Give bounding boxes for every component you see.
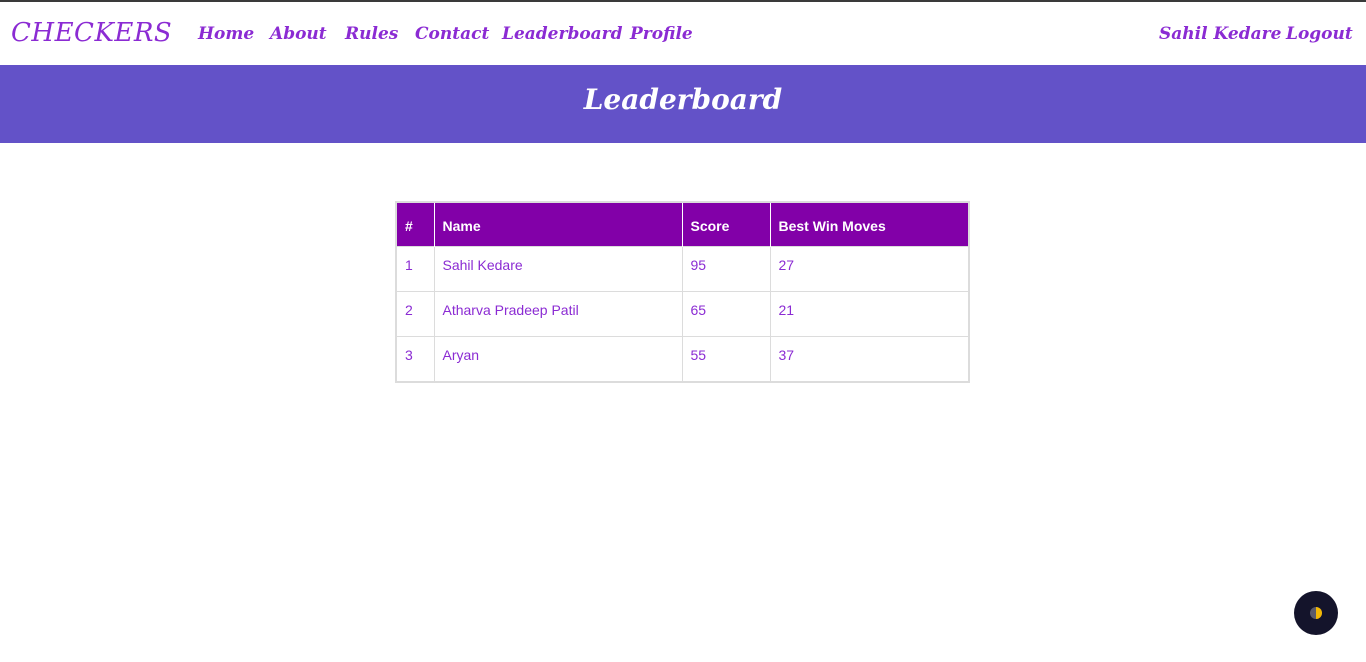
theme-toggle-button[interactable] [1294, 591, 1338, 635]
score-cell: 55 [682, 335, 771, 381]
score-cell: 65 [682, 290, 771, 336]
column-header-name: Name [434, 203, 683, 246]
page-banner: Leaderboard [0, 65, 1366, 143]
rank-cell: 2 [397, 290, 435, 336]
nav-link-profile[interactable]: Profile [630, 22, 693, 46]
score-cell: 95 [682, 245, 771, 291]
best-win-moves-cell: 21 [770, 290, 968, 336]
nav-link-about[interactable]: About [270, 22, 327, 46]
page-title: Leaderboard [583, 83, 783, 116]
navbar: CHECKERS Home About Rules Contact Leader… [0, 2, 1366, 65]
nav-link-contact[interactable]: Contact [415, 22, 489, 46]
leaderboard-table: # Name Score Best Win Moves 1 Sahil Keda… [397, 203, 968, 381]
column-header-score: Score [682, 203, 771, 246]
table-row: 2 Atharva Pradeep Patil 65 21 [397, 290, 968, 336]
rank-cell: 1 [397, 245, 435, 291]
column-header-best-win-moves: Best Win Moves [770, 203, 968, 246]
nav-user-name[interactable]: Sahil Kedare [1159, 22, 1281, 46]
name-cell: Aryan [434, 335, 683, 381]
rank-cell: 3 [397, 335, 435, 381]
brand-logo[interactable]: CHECKERS [11, 16, 172, 50]
logout-link[interactable]: Logout [1286, 22, 1353, 46]
nav-link-leaderboard[interactable]: Leaderboard [502, 22, 623, 46]
nav-link-home[interactable]: Home [198, 22, 254, 46]
name-cell: Sahil Kedare [434, 245, 683, 291]
nav-link-rules[interactable]: Rules [345, 22, 398, 46]
column-header-rank: # [397, 203, 435, 246]
best-win-moves-cell: 27 [770, 245, 968, 291]
leaderboard-table-container: # Name Score Best Win Moves 1 Sahil Keda… [395, 201, 970, 383]
half-moon-icon [1310, 607, 1322, 619]
table-row: 3 Aryan 55 37 [397, 335, 968, 381]
table-row: 1 Sahil Kedare 95 27 [397, 245, 968, 291]
best-win-moves-cell: 37 [770, 335, 968, 381]
table-header-row: # Name Score Best Win Moves [397, 203, 968, 246]
name-cell: Atharva Pradeep Patil [434, 290, 683, 336]
